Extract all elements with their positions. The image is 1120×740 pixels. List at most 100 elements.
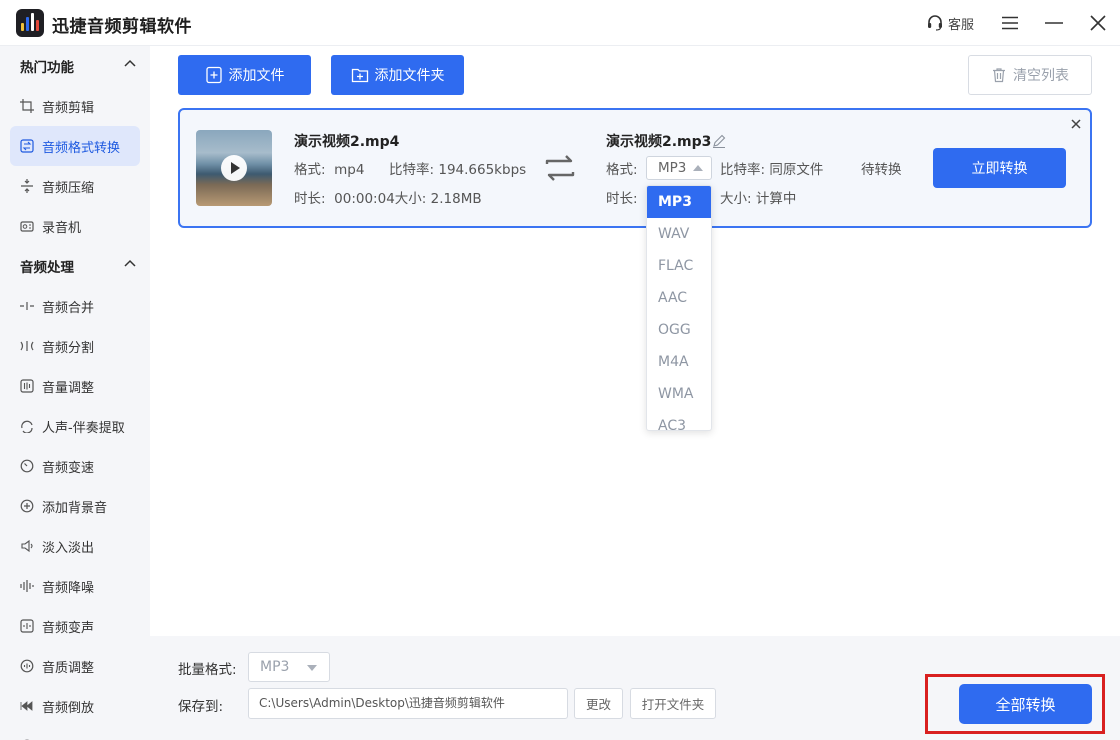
- sidebar-item-label: 音频格式转换: [42, 140, 121, 156]
- menu-button[interactable]: [997, 10, 1023, 36]
- chevron-up-icon: [124, 259, 136, 267]
- speed-icon: [20, 459, 34, 473]
- quality-icon: [20, 659, 34, 673]
- customer-service-label: 客服: [948, 17, 975, 33]
- sidebar-item-merge[interactable]: 音频合并: [10, 286, 140, 326]
- sidebar-item-label: 音频变声: [42, 620, 95, 636]
- target-size-label: 大小:: [720, 191, 752, 207]
- target-bitrate-value[interactable]: 同原文件: [769, 162, 823, 178]
- target-file-name: 演示视频2.mp3: [606, 134, 712, 150]
- clear-list-label: 清空列表: [1013, 68, 1069, 84]
- play-icon[interactable]: [221, 155, 247, 181]
- sidebar-item-volume[interactable]: 音量调整: [10, 366, 140, 406]
- sidebar-item-recorder[interactable]: 录音机: [10, 206, 140, 246]
- caret-up-icon: [693, 165, 703, 171]
- change-path-button[interactable]: 更改: [574, 688, 623, 719]
- format-convert-icon: [20, 139, 34, 153]
- source-bitrate: 比特率: 194.665kbps: [389, 158, 526, 178]
- add-folder-button[interactable]: 添加文件夹: [331, 55, 464, 95]
- sidebar-item-more[interactable]: [10, 726, 140, 740]
- source-file-name: 演示视频2.mp4: [294, 134, 400, 150]
- remove-file-button[interactable]: [1066, 114, 1086, 134]
- convert-now-button[interactable]: 立即转换: [933, 148, 1066, 188]
- customer-service-button[interactable]: 客服: [926, 13, 974, 33]
- highlight-box: [925, 674, 1105, 734]
- save-path-field[interactable]: C:\Users\Admin\Desktop\迅捷音频剪辑软件: [248, 688, 568, 719]
- add-folder-icon: [351, 68, 368, 83]
- sidebar-item-format-convert[interactable]: 音频格式转换: [10, 126, 140, 166]
- bgm-icon: [20, 499, 34, 513]
- sidebar-item-label: 音频倒放: [42, 700, 95, 716]
- sidebar-item-compress[interactable]: 音频压缩: [10, 166, 140, 206]
- target-format-label: 格式:: [606, 162, 638, 178]
- sidebar-group-hot[interactable]: 热门功能: [0, 46, 150, 86]
- sidebar-item-fade[interactable]: 淡入淡出: [10, 526, 140, 566]
- add-file-label: 添加文件: [228, 68, 285, 84]
- recorder-icon: [20, 221, 34, 232]
- crop-icon: [20, 99, 34, 113]
- sidebar-item-label: 添加背景音: [42, 500, 108, 516]
- target-size: 大小: 计算中: [720, 187, 796, 207]
- open-folder-button[interactable]: 打开文件夹: [630, 688, 716, 719]
- batch-format-select[interactable]: MP3: [248, 652, 330, 682]
- target-bitrate-label: 比特率:: [720, 162, 766, 178]
- format-option[interactable]: WAV: [647, 218, 711, 250]
- add-folder-label: 添加文件夹: [374, 68, 445, 84]
- sidebar-item-speed[interactable]: 音频变速: [10, 446, 140, 486]
- size-label: 大小:: [394, 191, 427, 207]
- split-icon: [20, 341, 34, 351]
- close-icon: [1090, 15, 1106, 31]
- sidebar-item-label: 音量调整: [42, 380, 95, 396]
- merge-icon: [20, 302, 34, 310]
- format-option[interactable]: M4A: [647, 346, 711, 378]
- format-option[interactable]: AC3: [647, 410, 711, 430]
- format-option[interactable]: OGG: [647, 314, 711, 346]
- target-format-select[interactable]: MP3: [646, 156, 712, 180]
- convert-arrows-icon: [545, 155, 575, 181]
- sidebar-group-processing[interactable]: 音频处理: [0, 246, 150, 286]
- file-item-card[interactable]: 演示视频2.mp4 格式: mp4 比特率: 194.665kbps 时长: 0…: [178, 108, 1092, 228]
- trash-icon: [993, 68, 1005, 83]
- sidebar-item-vocal-extract[interactable]: 人声-伴奏提取: [10, 406, 140, 446]
- sidebar-item-label: 音频压缩: [42, 180, 95, 196]
- compress-icon: [21, 179, 33, 193]
- chevron-up-icon: [124, 59, 136, 67]
- minimize-button[interactable]: [1041, 10, 1067, 36]
- size-value: 2.18MB: [430, 191, 482, 207]
- sidebar-item-quality[interactable]: 音质调整: [10, 646, 140, 686]
- format-option[interactable]: WMA: [647, 378, 711, 410]
- format-option[interactable]: MP3: [647, 186, 711, 218]
- sidebar-item-label: 音频降噪: [42, 580, 95, 596]
- status-text: 待转换: [861, 162, 902, 178]
- sidebar-item-audio-cut[interactable]: 音频剪辑: [10, 86, 140, 126]
- reverse-icon: [20, 701, 33, 711]
- volume-icon: [20, 379, 34, 393]
- format-option[interactable]: AAC: [647, 282, 711, 314]
- sidebar-item-reverse[interactable]: 音频倒放: [10, 686, 140, 726]
- bottom-bar: 批量格式: MP3 保存到: C:\Users\Admin\Desktop\迅捷…: [150, 636, 1120, 740]
- chevron-down-icon: [307, 665, 317, 671]
- sidebar-item-denoise[interactable]: 音频降噪: [10, 566, 140, 606]
- video-thumbnail[interactable]: [196, 130, 272, 206]
- sidebar-item-label: 音频剪辑: [42, 100, 95, 116]
- add-file-button[interactable]: 添加文件: [178, 55, 311, 95]
- sidebar-item-split[interactable]: 音频分割: [10, 326, 140, 366]
- source-format: 格式: mp4: [294, 158, 364, 178]
- sidebar-group-title: 音频处理: [20, 260, 74, 276]
- sidebar-item-label: 人声-伴奏提取: [42, 420, 125, 436]
- sidebar-item-voice-change[interactable]: 音频变声: [10, 606, 140, 646]
- source-duration-size: 时长: 00:00:04大小: 2.18MB: [294, 187, 482, 207]
- sidebar-item-label: 淡入淡出: [42, 540, 95, 556]
- format-option[interactable]: FLAC: [647, 250, 711, 282]
- sidebar-group-title: 热门功能: [20, 60, 74, 76]
- source-bitrate-value: 194.665kbps: [438, 162, 527, 178]
- minimize-icon: [1045, 22, 1063, 24]
- source-bitrate-label: 比特率:: [389, 162, 435, 178]
- clear-list-button[interactable]: 清空列表: [968, 55, 1092, 95]
- close-button[interactable]: [1085, 10, 1111, 36]
- sidebar-item-bgm[interactable]: 添加背景音: [10, 486, 140, 526]
- voice-change-icon: [20, 619, 34, 633]
- edit-icon[interactable]: [712, 134, 726, 148]
- format-dropdown-list[interactable]: MP3 WAV FLAC AAC OGG M4A WMA AC3: [646, 185, 712, 431]
- sidebar-item-label: 音质调整: [42, 660, 95, 676]
